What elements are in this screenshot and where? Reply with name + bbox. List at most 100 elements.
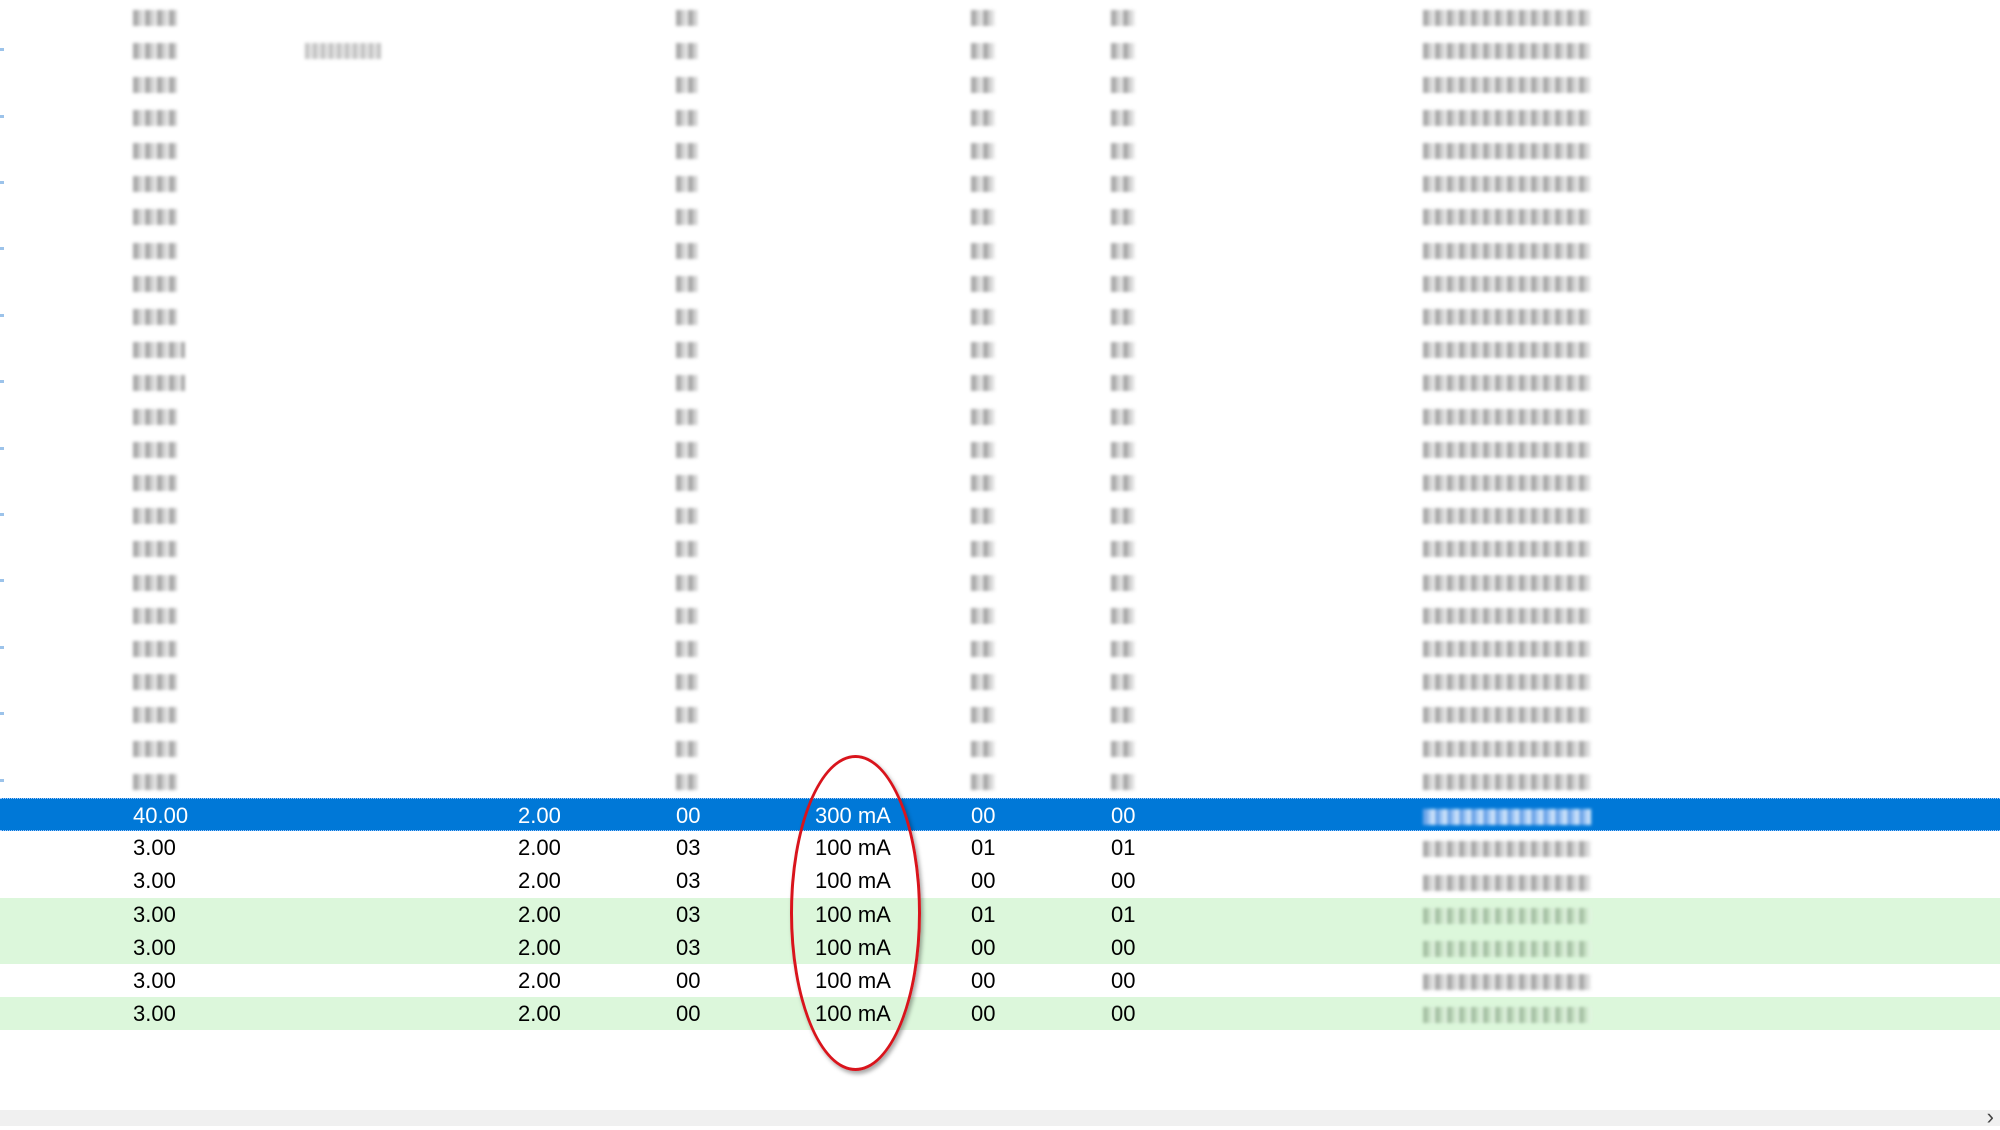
redacted-value [133,607,177,624]
redacted-value [1423,43,1591,60]
table-cell [1111,631,1135,664]
value-cell: 2.00 [518,868,561,894]
table-row[interactable] [0,465,2000,498]
redacted-value [1111,674,1135,691]
table-cell [133,531,177,564]
table-cell [676,598,698,631]
flag-cell: 00 [1111,868,1136,894]
table-row[interactable] [0,332,2000,365]
redacted-value [1423,209,1591,226]
redacted-value [676,43,698,60]
table-row[interactable] [0,166,2000,199]
table-cell [133,232,177,265]
redacted-value [133,342,185,359]
table-cell [133,332,185,365]
table-row[interactable] [0,598,2000,631]
code-cell: 03 [676,901,701,927]
table-cell [971,465,995,498]
table-row[interactable] [0,33,2000,66]
table-row[interactable] [0,432,2000,465]
table-row[interactable]: 3.00 2.00 03 100 mA 00 00 [0,930,2000,964]
redacted-value [676,740,698,757]
scroll-right-icon[interactable]: › [1987,1104,1994,1130]
table-cell [1111,299,1135,332]
flag-cell: 00 [971,1001,996,1027]
horizontal-scrollbar[interactable]: › [0,1104,2000,1129]
table-row[interactable]: 3.00 2.00 03 100 mA 01 01 [0,831,2000,864]
table-row[interactable] [0,66,2000,99]
table-cell [133,365,185,398]
table-cell [1111,232,1135,265]
redacted-value [971,176,995,193]
table-row[interactable]: 3.00 2.00 00 100 mA 00 00 [0,997,2000,1031]
code-cell: 00 [676,803,701,828]
table-cell [133,730,177,763]
table-row[interactable] [0,133,2000,166]
table-row[interactable] [0,498,2000,531]
redacted-cell [1423,964,1591,997]
redacted-value [971,674,995,691]
flag-cell: 01 [1111,835,1136,861]
value-cell: 2.00 [518,968,561,993]
redacted-value [1111,76,1135,93]
table-cell [676,697,698,730]
table-row[interactable] [0,531,2000,564]
redacted-value [1111,441,1135,458]
table-row[interactable] [0,730,2000,763]
redacted-cell [1423,864,1591,897]
table-row[interactable] [0,199,2000,232]
code-cell: 03 [676,835,701,861]
table-cell [676,432,698,465]
table-cell [133,66,177,99]
table-row[interactable] [0,564,2000,597]
redacted-value [1423,907,1591,924]
table-row[interactable]: 3.00 2.00 03 100 mA 01 01 [0,897,2000,931]
table-row[interactable] [0,764,2000,797]
table-cell [1111,33,1135,66]
redacted-value [971,275,995,292]
redacted-value [676,209,698,226]
table-cell [676,133,698,166]
table-cell [1423,133,1591,166]
table-cell [133,631,177,664]
table-row[interactable] [0,365,2000,398]
value-cell: 2.00 [518,934,561,960]
redacted-value [676,408,698,425]
table-row[interactable] [0,0,2000,33]
table-row[interactable]: 3.00 2.00 03 100 mA 00 00 [0,864,2000,897]
table-cell [676,232,698,265]
redacted-value [676,607,698,624]
table-cell [971,365,995,398]
table-row[interactable] [0,398,2000,431]
table-cell [971,332,995,365]
redacted-value [676,674,698,691]
value-cell: 2.00 [518,803,561,828]
table-cell [133,133,177,166]
table-cell [1423,299,1591,332]
table-cell [133,100,177,133]
table-cell [676,664,698,697]
redacted-value [971,574,995,591]
row-edge-marker [0,446,4,450]
table-row[interactable] [0,664,2000,697]
table-cell [971,299,995,332]
redacted-value [1423,574,1591,591]
table-row[interactable] [0,299,2000,332]
redacted-value [1111,508,1135,525]
table-cell [971,697,995,730]
redacted-value [676,707,698,724]
redacted-cell [1423,831,1591,864]
redacted-value [133,76,177,93]
table-row[interactable] [0,266,2000,299]
table-row-selected[interactable]: 40.00 2.00 00 300 mA 00 00 [0,798,2000,831]
value-cell: 3.00 [133,968,176,993]
table-row[interactable] [0,100,2000,133]
table-row[interactable] [0,697,2000,730]
table-row[interactable] [0,232,2000,265]
redacted-value [133,740,177,757]
table-row[interactable] [0,631,2000,664]
table-row[interactable]: 3.00 2.00 00 100 mA 00 00 [0,964,2000,997]
table-cell [133,598,177,631]
table-cell [133,0,177,33]
redacted-value [1423,342,1591,359]
